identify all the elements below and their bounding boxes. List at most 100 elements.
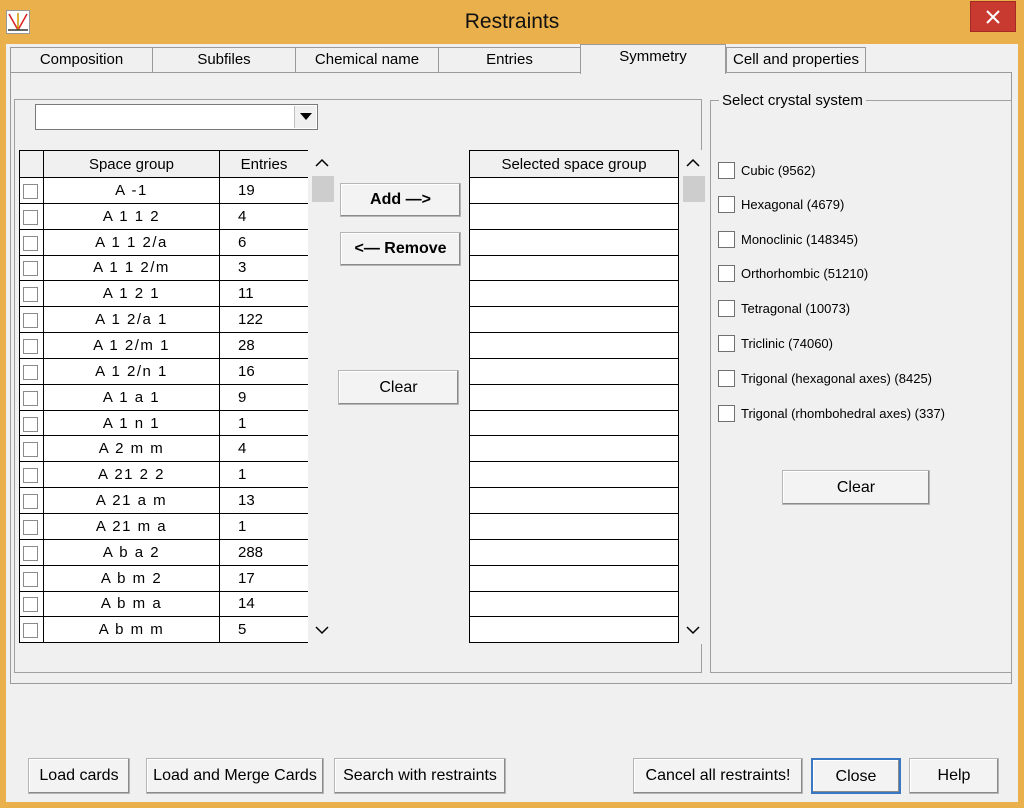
- entries-cell[interactable]: 1: [219, 512, 309, 540]
- selected-space-group-cell[interactable]: [469, 254, 679, 282]
- window-close-button[interactable]: [970, 1, 1016, 32]
- space-group-cell[interactable]: A b m 2: [43, 564, 220, 592]
- header-entries[interactable]: Entries: [219, 150, 309, 178]
- space-group-cell[interactable]: A 1 2/m 1: [43, 332, 220, 359]
- table-row[interactable]: A 1 2/n 1 16: [19, 357, 309, 385]
- table-row[interactable]: A 1 1 2/a 6: [19, 228, 309, 256]
- row-checkbox[interactable]: [23, 313, 38, 329]
- table-row[interactable]: [469, 409, 679, 437]
- space-group-cell[interactable]: A 21 m a: [43, 512, 220, 540]
- selected-space-group-cell[interactable]: [469, 409, 679, 437]
- crystal-system-checkbox[interactable]: Monoclinic (148345): [718, 231, 998, 251]
- row-checkbox-cell[interactable]: [19, 254, 44, 282]
- tab-composition[interactable]: Composition: [10, 47, 153, 73]
- table-row[interactable]: [469, 280, 679, 308]
- row-checkbox[interactable]: [23, 261, 38, 277]
- entries-cell[interactable]: 288: [219, 538, 309, 566]
- row-checkbox-cell[interactable]: [19, 590, 44, 618]
- table-row[interactable]: A -1 19: [19, 177, 309, 204]
- entries-cell[interactable]: 13: [219, 487, 309, 514]
- table-row[interactable]: [469, 306, 679, 334]
- crystal-system-checkbox[interactable]: Trigonal (rhombohedral axes) (337): [718, 405, 998, 425]
- entries-cell[interactable]: 6: [219, 228, 309, 256]
- crystal-system-checkbox[interactable]: Orthorhombic (51210): [718, 265, 998, 285]
- row-checkbox[interactable]: [23, 209, 38, 225]
- header-selected-space-group[interactable]: Selected space group: [469, 150, 679, 178]
- table-row[interactable]: [469, 202, 679, 230]
- entries-cell[interactable]: 1: [219, 409, 309, 437]
- crystal-system-checkbox[interactable]: Tetragonal (10073): [718, 300, 998, 320]
- selected-space-group-cell[interactable]: [469, 202, 679, 230]
- checkbox-box[interactable]: [718, 335, 735, 352]
- row-checkbox-cell[interactable]: [19, 202, 44, 230]
- entries-cell[interactable]: 19: [219, 177, 309, 204]
- add-button[interactable]: Add —>: [340, 183, 461, 217]
- selected-space-group-cell[interactable]: [469, 228, 679, 256]
- checkbox-box[interactable]: [718, 231, 735, 248]
- table-row[interactable]: A 1 1 24: [19, 202, 309, 230]
- selected-space-group-cell[interactable]: [469, 616, 679, 644]
- table-row[interactable]: A 1 2/m 1 28: [19, 332, 309, 359]
- table-row[interactable]: [469, 590, 679, 618]
- entries-cell[interactable]: 14: [219, 590, 309, 618]
- row-checkbox[interactable]: [23, 183, 38, 199]
- space-group-cell[interactable]: A 1 2/n 1: [43, 357, 220, 385]
- selected-space-group-cell[interactable]: [469, 332, 679, 359]
- row-checkbox-cell[interactable]: [19, 228, 44, 256]
- selected-space-group-cell[interactable]: [469, 538, 679, 566]
- table-row[interactable]: [469, 435, 679, 463]
- table-row[interactable]: A 1 n 11: [19, 409, 309, 437]
- selected-space-group-cell[interactable]: [469, 357, 679, 385]
- selected-space-group-cell[interactable]: [469, 564, 679, 592]
- close-button[interactable]: Close: [811, 758, 901, 794]
- space-group-cell[interactable]: A 1 1 2: [43, 202, 220, 230]
- space-group-cell[interactable]: A -1: [43, 177, 220, 204]
- row-checkbox[interactable]: [23, 623, 38, 639]
- table-row[interactable]: A b m m5: [19, 616, 309, 644]
- checkbox-box[interactable]: [718, 265, 735, 282]
- cancel-all-restraints-button[interactable]: Cancel all restraints!: [633, 758, 803, 794]
- tab-symmetry[interactable]: Symmetry: [580, 44, 726, 74]
- table-row[interactable]: A 21 m a1: [19, 512, 309, 540]
- selected-space-group-cell[interactable]: [469, 590, 679, 618]
- table-row[interactable]: [469, 357, 679, 385]
- table-row[interactable]: A 21 a m 13: [19, 487, 309, 514]
- tab-entries[interactable]: Entries: [438, 47, 581, 73]
- space-group-cell[interactable]: A 1 1 2/m: [43, 254, 220, 282]
- table-row[interactable]: [469, 512, 679, 540]
- space-group-filter-combo[interactable]: [35, 104, 318, 130]
- table-row[interactable]: [469, 332, 679, 359]
- row-checkbox-cell[interactable]: [19, 487, 44, 514]
- tab-subfiles[interactable]: Subfiles: [152, 47, 296, 73]
- row-checkbox-cell[interactable]: [19, 177, 44, 204]
- header-space-group[interactable]: Space group: [43, 150, 220, 178]
- row-checkbox-cell[interactable]: [19, 435, 44, 463]
- row-checkbox[interactable]: [23, 390, 38, 406]
- crystal-system-checkbox[interactable]: Cubic (9562): [718, 162, 998, 182]
- row-checkbox-cell[interactable]: [19, 461, 44, 489]
- checkbox-box[interactable]: [718, 300, 735, 317]
- entries-cell[interactable]: 122: [219, 306, 309, 334]
- selected-space-group-cell[interactable]: [469, 383, 679, 411]
- row-checkbox[interactable]: [23, 519, 38, 535]
- table-row[interactable]: [469, 254, 679, 282]
- space-group-cell[interactable]: A 2 m m: [43, 435, 220, 463]
- table-row[interactable]: A b a 2 288: [19, 538, 309, 566]
- scroll-thumb[interactable]: [312, 176, 334, 202]
- table-row[interactable]: A 1 1 2/m 3: [19, 254, 309, 282]
- row-checkbox[interactable]: [23, 287, 38, 303]
- space-group-cell[interactable]: A 21 a m: [43, 487, 220, 514]
- search-with-restraints-button[interactable]: Search with restraints: [334, 758, 506, 794]
- table-row[interactable]: [469, 616, 679, 644]
- space-group-cell[interactable]: A 1 n 1: [43, 409, 220, 437]
- row-checkbox[interactable]: [23, 235, 38, 251]
- row-checkbox[interactable]: [23, 338, 38, 354]
- entries-cell[interactable]: 17: [219, 564, 309, 592]
- row-checkbox[interactable]: [23, 571, 38, 587]
- row-checkbox-cell[interactable]: [19, 383, 44, 411]
- table-row[interactable]: [469, 383, 679, 411]
- space-group-cell[interactable]: A 1 a 1: [43, 383, 220, 411]
- row-checkbox[interactable]: [23, 416, 38, 432]
- table-row[interactable]: A 2 m m4: [19, 435, 309, 463]
- entries-cell[interactable]: 4: [219, 202, 309, 230]
